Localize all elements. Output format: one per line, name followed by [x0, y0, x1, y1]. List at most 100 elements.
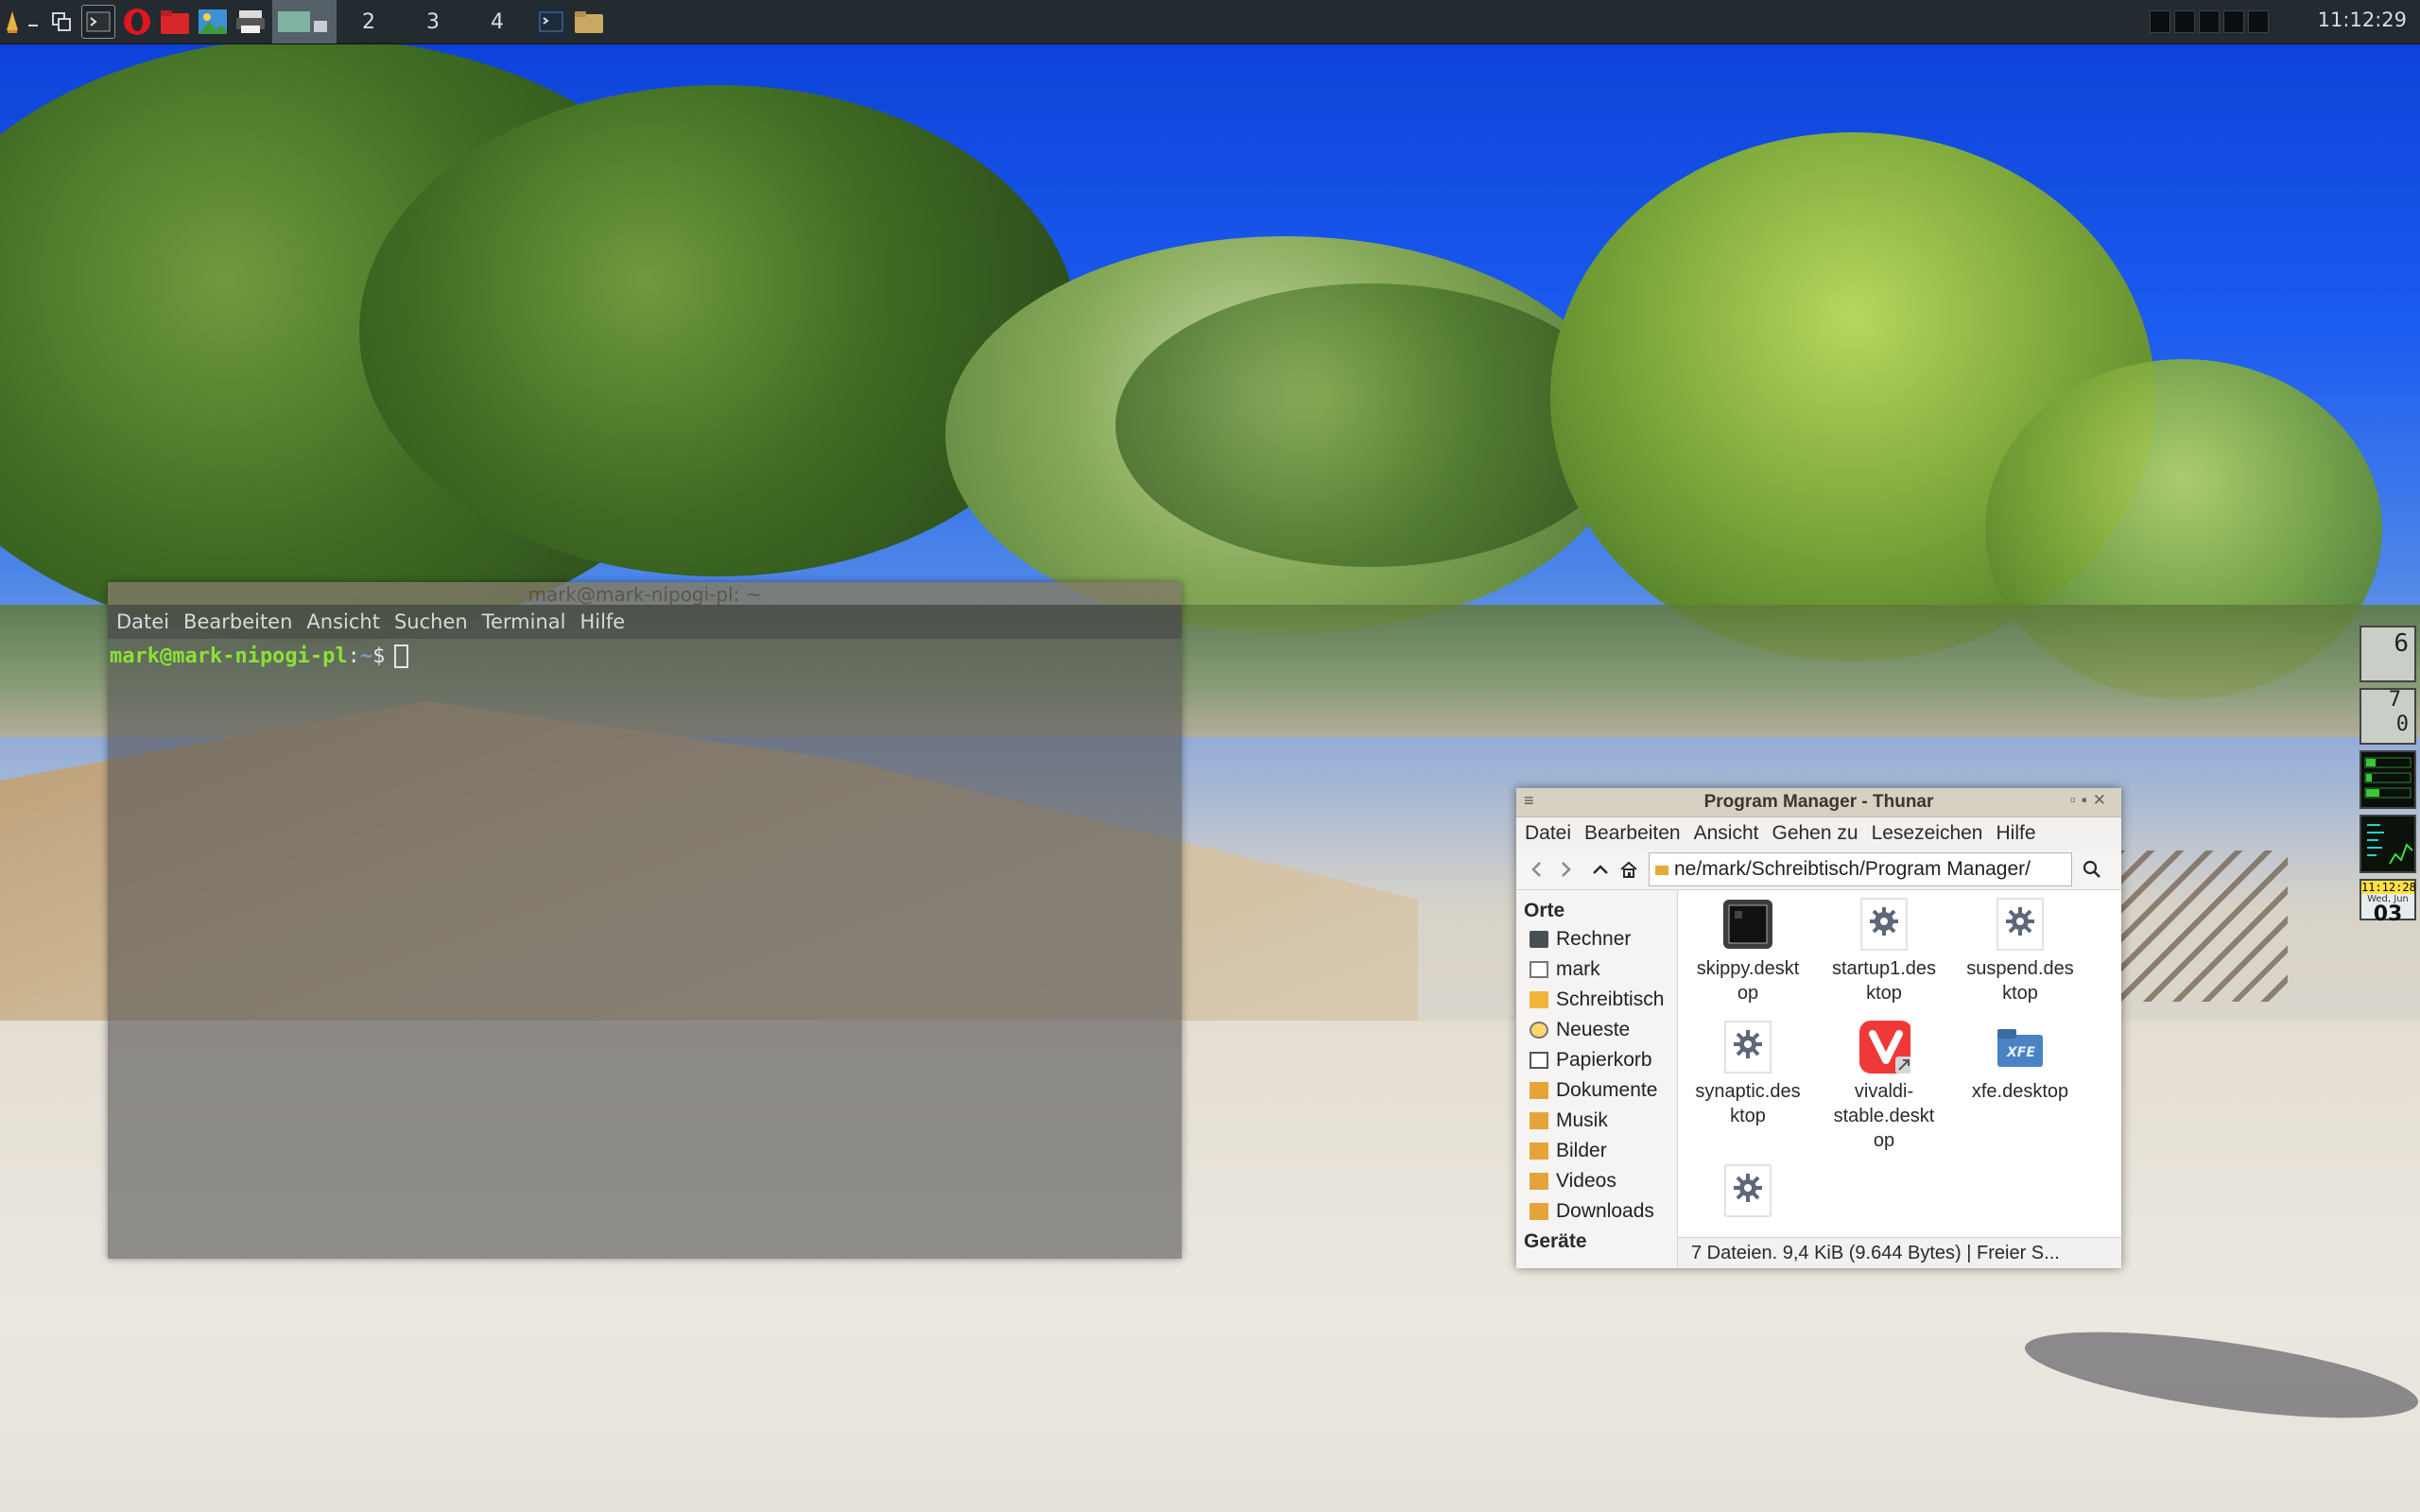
file-item-suspend[interactable]: suspend.des ktop — [1954, 890, 2086, 1005]
clock-icon — [1530, 1022, 1548, 1039]
terminal-title: mark@mark-nipogi-pl: ~ — [527, 583, 762, 606]
dock-date-widget[interactable]: 11:12:28 Wed, Jun 03 — [2360, 879, 2416, 925]
dock-tile-number: 6 — [2394, 629, 2409, 658]
terminal-titlebar[interactable]: mark@mark-nipogi-pl: ~ — [108, 582, 1182, 606]
tray-item[interactable] — [2150, 10, 2170, 33]
file-item-skippy[interactable]: skippy.deskt op — [1682, 890, 1814, 1005]
terminal-cursor — [394, 644, 409, 668]
panel-clock[interactable]: 11:12:29 — [2318, 9, 2407, 31]
sidebar-item-musik[interactable]: Musik — [1516, 1106, 1677, 1136]
sidebar-item-label: Musik — [1556, 1109, 1608, 1131]
forward-button[interactable] — [1552, 855, 1581, 884]
home-icon — [1620, 861, 1637, 878]
dock-tile-number: 0 — [2395, 713, 2409, 736]
sidebar-item-dokumente[interactable]: Dokumente — [1516, 1075, 1677, 1106]
terminal-menu-suchen[interactable]: Suchen — [394, 610, 468, 633]
pictures-folder-icon — [1530, 1143, 1548, 1160]
opera-browser-icon[interactable] — [121, 6, 153, 38]
file-item-synaptic[interactable]: synaptic.des ktop — [1682, 1013, 1814, 1128]
back-button[interactable] — [1522, 855, 1550, 884]
thunar-menu-gehen-zu[interactable]: Gehen zu — [1772, 822, 1858, 845]
parent-folder-button[interactable] — [1586, 855, 1615, 884]
xfe-icon: XFE — [1994, 1021, 2047, 1074]
thunar-menu-datei[interactable]: Datei — [1525, 822, 1571, 845]
terminal-app-icon — [1721, 898, 1774, 951]
sidebar-item-schreibtisch[interactable]: Schreibtisch — [1516, 985, 1677, 1015]
sidebar-item-papierkorb[interactable]: Papierkorb — [1516, 1045, 1677, 1075]
terminal-launcher-icon[interactable] — [81, 5, 115, 39]
terminal-task-icon[interactable] — [535, 6, 567, 38]
thunar-titlebar[interactable]: ≡ Program Manager - Thunar ▫▪✕ — [1516, 788, 2121, 817]
terminal-menu-datei[interactable]: Datei — [116, 610, 169, 633]
dock-pager-tile-2[interactable]: 7 0 — [2360, 688, 2416, 745]
vivaldi-icon — [1858, 1021, 1910, 1074]
music-folder-icon — [1530, 1112, 1548, 1129]
file-name-line: ktop — [2002, 983, 2038, 1004]
workspace-2[interactable]: 2 — [337, 0, 401, 43]
sidebar-header-places: Orte — [1524, 900, 1565, 921]
terminal-menu-bearbeiten[interactable]: Bearbeiten — [183, 610, 292, 633]
sidebar-item-downloads[interactable]: Downloads — [1516, 1196, 1677, 1227]
image-viewer-icon[interactable] — [197, 6, 229, 38]
system-tray — [2150, 10, 2269, 33]
home-button[interactable] — [1615, 855, 1643, 884]
file-item-startup1[interactable]: startup1.des ktop — [1818, 890, 1950, 1005]
sidebar-item-rechner[interactable]: Rechner — [1516, 924, 1677, 954]
file-name-line: op — [1873, 1130, 1895, 1151]
tray-item[interactable] — [2199, 10, 2220, 33]
prompt-sep: : — [347, 644, 360, 668]
sidebar-item-videos[interactable]: Videos — [1516, 1166, 1677, 1196]
file-view[interactable]: skippy.deskt op startup1.des ktop suspen… — [1678, 890, 2121, 1238]
dock-network-graph[interactable] — [2360, 815, 2416, 873]
minimize-all-icon[interactable] — [25, 6, 42, 38]
location-bar[interactable]: ne/mark/Schreibtisch/Program Manager/ — [1649, 852, 2072, 886]
sidebar-item-neueste[interactable]: Neueste — [1516, 1015, 1677, 1045]
terminal-menubar: Datei Bearbeiten Ansicht Suchen Terminal… — [108, 605, 1182, 639]
dock-date-time: 11:12:28 — [2361, 881, 2416, 894]
thunar-menu-hilfe[interactable]: Hilfe — [1996, 822, 2035, 845]
thunar-toolbar: ne/mark/Schreibtisch/Program Manager/ — [1516, 850, 2121, 890]
gear-icon — [1994, 898, 2047, 951]
red-folder-icon[interactable] — [159, 6, 191, 38]
thunar-title: Program Manager - Thunar — [1703, 792, 1934, 812]
window-switcher-icon[interactable] — [47, 6, 76, 38]
tray-item[interactable] — [2248, 10, 2269, 33]
terminal-prompt[interactable]: mark@mark-nipogi-pl: ~ $ — [110, 644, 1182, 668]
workspace-3[interactable]: 3 — [401, 0, 465, 43]
tray-item[interactable] — [2174, 10, 2195, 33]
computer-icon — [1530, 931, 1548, 948]
window-controls[interactable]: ▫▪✕ — [2070, 791, 2112, 810]
thunar-menu-ansicht[interactable]: Ansicht — [1694, 822, 1759, 845]
file-item-xfe[interactable]: XFE xfe.desktop — [1954, 1013, 2086, 1104]
file-item-vivaldi[interactable]: vivaldi- stable.deskt op — [1818, 1013, 1950, 1153]
gear-icon — [1721, 1164, 1774, 1217]
prompt-user: mark@mark-nipogi-pl — [110, 644, 348, 668]
file-name-line: op — [1737, 983, 1759, 1004]
sidebar-item-bilder[interactable]: Bilder — [1516, 1136, 1677, 1166]
dock-pager-tile-1[interactable]: 6 — [2360, 626, 2416, 682]
terminal-window[interactable]: mark@mark-nipogi-pl: ~ Datei Bearbeiten … — [108, 582, 1182, 1259]
search-button[interactable] — [2078, 855, 2106, 884]
sidebar-item-label: Videos — [1556, 1170, 1616, 1192]
dock-system-meter[interactable] — [2360, 750, 2416, 809]
file-name-line: ktop — [1730, 1106, 1766, 1126]
file-item-7[interactable] — [1682, 1157, 1814, 1223]
search-icon — [2083, 860, 2100, 878]
printer-icon[interactable] — [234, 6, 267, 38]
app-menu-icon[interactable] — [2, 6, 23, 38]
thunar-window[interactable]: ≡ Program Manager - Thunar ▫▪✕ Datei Bea… — [1516, 788, 2121, 1268]
terminal-menu-terminal[interactable]: Terminal — [482, 610, 566, 633]
workspace-4[interactable]: 4 — [465, 0, 529, 43]
terminal-menu-ansicht[interactable]: Ansicht — [306, 610, 380, 633]
sidebar-header-devices: Geräte — [1524, 1230, 1587, 1252]
top-panel: 2 3 4 11:12:29 — [0, 0, 2420, 44]
sidebar-item-mark[interactable]: mark — [1516, 954, 1677, 985]
thunar-menu-bearbeiten[interactable]: Bearbeiten — [1584, 822, 1681, 845]
terminal-menu-hilfe[interactable]: Hilfe — [579, 610, 625, 633]
thunar-menu-lesezeichen[interactable]: Lesezeichen — [1872, 822, 1983, 845]
workspace-1-preview[interactable] — [272, 0, 337, 43]
file-manager-task-icon[interactable] — [573, 6, 605, 38]
chevron-left-icon — [1531, 862, 1541, 877]
trash-icon — [1530, 1052, 1548, 1069]
tray-item[interactable] — [2223, 10, 2244, 33]
